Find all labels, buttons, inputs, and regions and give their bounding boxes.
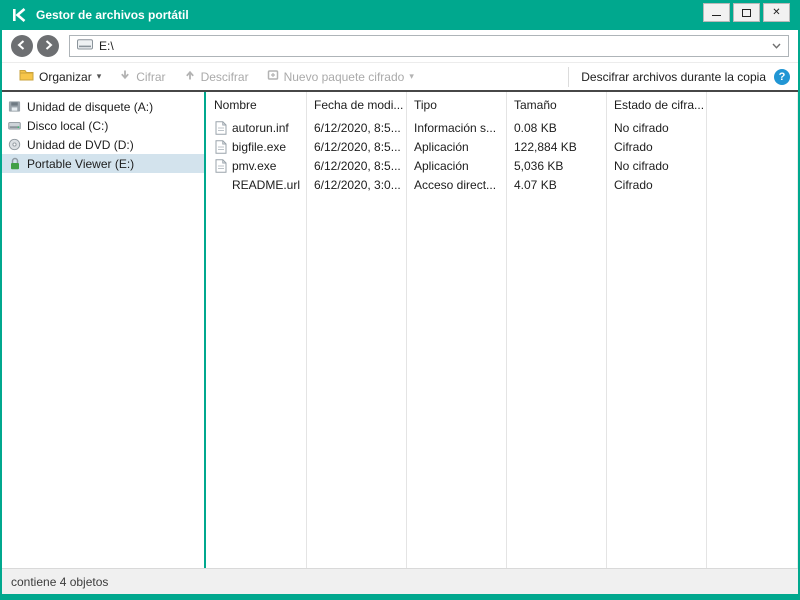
forward-arrow-icon (42, 39, 54, 54)
column-header-encryption-status[interactable]: Estado de cifra... (606, 98, 706, 112)
document-icon (214, 121, 227, 135)
encrypted-drive-lock-icon (8, 157, 21, 170)
organize-dropdown-icon: ▾ (97, 71, 102, 82)
sidebar-item-local-disk-c[interactable]: Disco local (C:) (2, 116, 204, 135)
decrypt-label: Descifrar (201, 70, 249, 84)
decrypt-button[interactable]: Descifrar (175, 65, 258, 88)
floppy-drive-icon (8, 100, 21, 113)
new-package-label: Nuevo paquete cifrado (284, 70, 405, 84)
sidebar-item-label: Unidad de DVD (D:) (27, 138, 134, 152)
close-button[interactable]: ✕ (763, 3, 790, 22)
file-row[interactable]: README.url 6/12/2020, 3:0... Acceso dire… (206, 175, 797, 194)
toolbar-right-group: Descifrar archivos durante la copia ? (568, 67, 790, 87)
file-list-header: Nombre Fecha de modi... Tipo Tamaño Esta… (206, 92, 797, 118)
file-modified: 6/12/2020, 8:5... (306, 140, 406, 154)
status-text: contiene 4 objetos (11, 575, 108, 589)
forward-button[interactable] (37, 35, 59, 57)
file-modified: 6/12/2020, 3:0... (306, 178, 406, 192)
address-path: E:\ (99, 39, 766, 53)
help-icon: ? (779, 71, 786, 83)
help-button[interactable]: ? (774, 69, 790, 85)
sidebar-item-label: Disco local (C:) (27, 119, 108, 133)
file-size: 122,884 KB (506, 140, 606, 154)
file-encryption-status: Cifrado (606, 178, 706, 192)
file-row[interactable]: bigfile.exe 6/12/2020, 8:5... Aplicación… (206, 137, 797, 156)
decrypt-arrow-icon (184, 69, 196, 84)
dvd-drive-icon (8, 138, 21, 151)
minimize-icon (712, 15, 721, 16)
app-window: Gestor de archivos portátil ✕ E:\ Organi… (0, 0, 800, 600)
content-area: Unidad de disquete (A:) Disco local (C:)… (2, 92, 798, 568)
file-modified: 6/12/2020, 8:5... (306, 121, 406, 135)
file-encryption-status: No cifrado (606, 121, 706, 135)
file-name: README.url (232, 178, 300, 192)
organize-button[interactable]: Organizar ▾ (10, 65, 110, 88)
column-header-name[interactable]: Nombre (206, 98, 306, 112)
toolbar: Organizar ▾ Cifrar Descifrar Nuevo paque… (2, 62, 798, 92)
column-header-modified[interactable]: Fecha de modi... (306, 98, 406, 112)
window-title: Gestor de archivos portátil (36, 8, 189, 22)
maximize-button[interactable] (733, 3, 760, 22)
sidebar-item-portable-viewer-e[interactable]: Portable Viewer (E:) (2, 154, 204, 173)
address-dropdown-icon[interactable] (772, 43, 781, 49)
file-type: Aplicación (406, 159, 506, 173)
file-list: Nombre Fecha de modi... Tipo Tamaño Esta… (206, 92, 798, 568)
file-type: Acceso direct... (406, 178, 506, 192)
organize-label: Organizar (39, 70, 92, 84)
file-size: 4.07 KB (506, 178, 606, 192)
sidebar-item-dvd-d[interactable]: Unidad de DVD (D:) (2, 135, 204, 154)
file-size: 5,036 KB (506, 159, 606, 173)
file-row[interactable]: autorun.inf 6/12/2020, 8:5... Informació… (206, 118, 797, 137)
title-bar: Gestor de archivos portátil ✕ (2, 0, 798, 30)
navigation-bar: E:\ (2, 30, 798, 62)
file-row[interactable]: pmv.exe 6/12/2020, 8:5... Aplicación 5,0… (206, 156, 797, 175)
folder-icon (19, 69, 34, 84)
maximize-icon (742, 9, 751, 17)
encrypt-label: Cifrar (136, 70, 165, 84)
file-name: autorun.inf (232, 121, 289, 135)
address-bar[interactable]: E:\ (69, 35, 789, 57)
new-encrypted-package-button[interactable]: Nuevo paquete cifrado ▾ (258, 65, 423, 88)
column-header-size[interactable]: Tamaño (506, 98, 606, 112)
minimize-button[interactable] (703, 3, 730, 22)
file-name: bigfile.exe (232, 140, 286, 154)
close-icon: ✕ (772, 8, 780, 18)
window-controls: ✕ (703, 3, 790, 22)
document-icon (214, 159, 227, 173)
status-bar: contiene 4 objetos (2, 568, 798, 594)
sidebar-item-label: Unidad de disquete (A:) (27, 100, 153, 114)
column-header-type[interactable]: Tipo (406, 98, 506, 112)
sidebar-item-floppy-a[interactable]: Unidad de disquete (A:) (2, 97, 204, 116)
drive-icon (77, 39, 93, 53)
toolbar-separator (568, 67, 569, 87)
back-arrow-icon (16, 39, 28, 54)
file-encryption-status: Cifrado (606, 140, 706, 154)
drive-tree: Unidad de disquete (A:) Disco local (C:)… (2, 92, 204, 568)
file-type: Información s... (406, 121, 506, 135)
kaspersky-logo-icon (11, 7, 27, 23)
new-package-dropdown-icon: ▾ (409, 71, 414, 82)
file-name: pmv.exe (232, 159, 276, 173)
hard-drive-icon (8, 119, 21, 132)
document-icon (214, 140, 227, 154)
sidebar-item-label: Portable Viewer (E:) (27, 157, 134, 171)
package-icon (267, 69, 279, 84)
encrypt-arrow-icon (119, 69, 131, 84)
encrypt-button[interactable]: Cifrar (110, 65, 174, 88)
decrypt-on-copy-label: Descifrar archivos durante la copia (581, 70, 766, 84)
file-size: 0.08 KB (506, 121, 606, 135)
back-button[interactable] (11, 35, 33, 57)
file-encryption-status: No cifrado (606, 159, 706, 173)
file-type: Aplicación (406, 140, 506, 154)
file-modified: 6/12/2020, 8:5... (306, 159, 406, 173)
